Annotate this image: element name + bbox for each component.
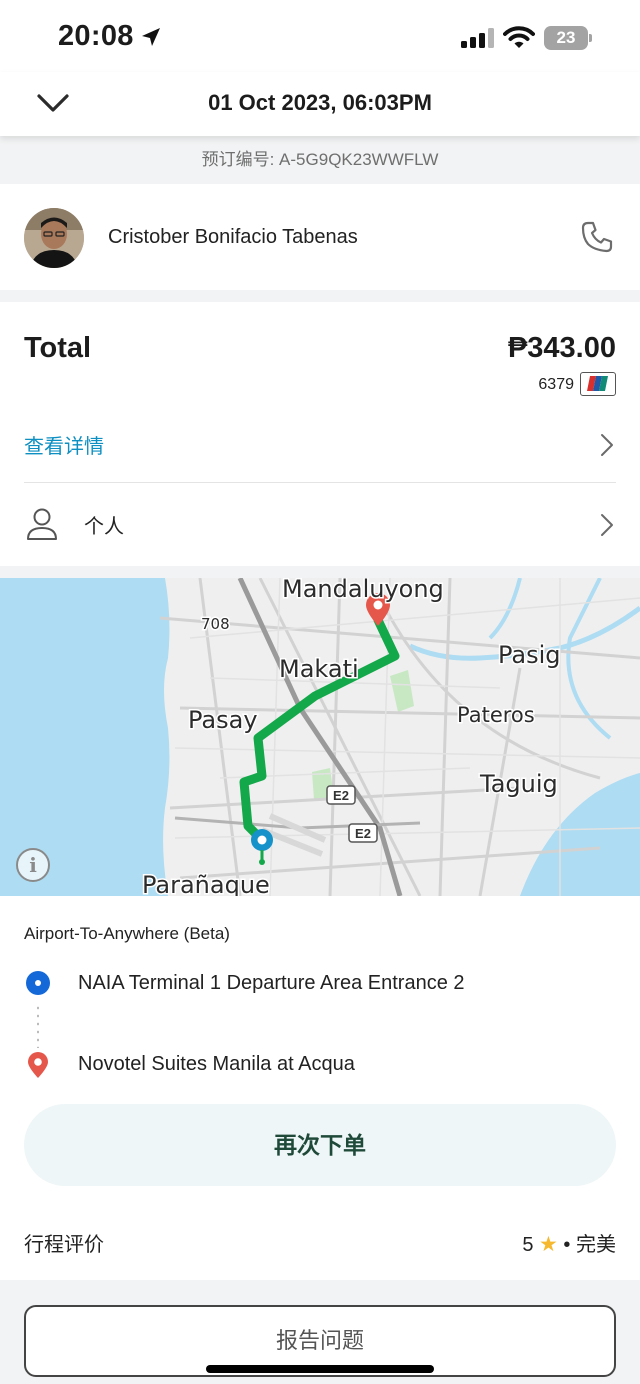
map-label-pasay: Pasay [188, 706, 258, 734]
dropoff-location: Novotel Suites Manila at Acqua [78, 1053, 355, 1075]
map-label-road-708: 708 [201, 615, 230, 633]
route-map[interactable]: E2 E2 Mandaluyong Makati Pasig Pasay Pat… [0, 578, 640, 896]
header: 01 Oct 2023, 06:03PM [0, 72, 640, 136]
phone-icon[interactable] [580, 220, 614, 254]
page-title: 01 Oct 2023, 06:03PM [208, 90, 432, 115]
wifi-icon [503, 26, 535, 48]
location-arrow-icon [142, 28, 160, 46]
payment-card: Total ₱343.00 6379 查看详情 个人 [0, 302, 640, 566]
rebook-button[interactable]: 再次下单 [24, 1104, 616, 1186]
map-canvas: E2 E2 Mandaluyong Makati Pasig Pasay Pat… [0, 578, 640, 896]
dropoff-pin-icon [28, 1052, 48, 1078]
trip-card: Airport-To-Anywhere (Beta) NAIA Terminal… [0, 896, 640, 1280]
rating-separator: • [563, 1234, 571, 1256]
home-indicator [206, 1365, 434, 1373]
map-label-pasig: Pasig [498, 641, 561, 669]
person-icon [27, 508, 57, 540]
map-label-e2: E2 [333, 788, 349, 803]
status-bar: 20:08 23 [0, 0, 640, 72]
map-label-pateros: Pateros [457, 703, 535, 727]
battery-level: 23 [556, 28, 576, 47]
card-number: 6379 [538, 376, 574, 393]
total-label: Total [24, 332, 92, 364]
pickup-dot-icon [26, 971, 50, 995]
driver-name: Cristober Bonifacio Tabenas [108, 226, 358, 248]
pickup-location: NAIA Terminal 1 Departure Area Entrance … [78, 972, 465, 994]
avatar [24, 208, 84, 268]
profile-type[interactable]: 个人 [84, 510, 124, 539]
map-label-taguig: Taguig [479, 770, 558, 798]
map-label-mandaluyong: Mandaluyong [282, 578, 444, 603]
map-label-makati: Makati [279, 655, 359, 683]
rating-label: 行程评价 [24, 1234, 104, 1256]
booking-code: 预订编号: A-5G9QK23WWFLW [0, 136, 640, 184]
chevron-right-icon[interactable] [600, 433, 614, 457]
rating-text: 完美 [576, 1234, 616, 1256]
rating-value: 5 ★ • 完美 [522, 1228, 616, 1257]
divider [24, 482, 616, 483]
view-details-link[interactable]: 查看详情 [24, 430, 104, 459]
chevron-right-icon[interactable] [600, 513, 614, 537]
map-info-icon[interactable]: i [16, 848, 50, 882]
map-label-e2: E2 [355, 826, 371, 841]
route-connector [37, 1004, 39, 1048]
total-amount: ₱343.00 [507, 332, 616, 364]
status-time: 20:08 [58, 20, 134, 52]
driver-card: Cristober Bonifacio Tabenas [0, 184, 640, 290]
rating-score: 5 [522, 1234, 534, 1256]
service-type: Airport-To-Anywhere (Beta) [24, 924, 230, 943]
battery-icon: 23 [544, 26, 592, 50]
cellular-signal-icon [461, 28, 494, 48]
map-label-paranaque: Parañaque [142, 871, 270, 896]
star-icon: ★ [539, 1233, 558, 1256]
unionpay-card-icon [580, 372, 616, 396]
